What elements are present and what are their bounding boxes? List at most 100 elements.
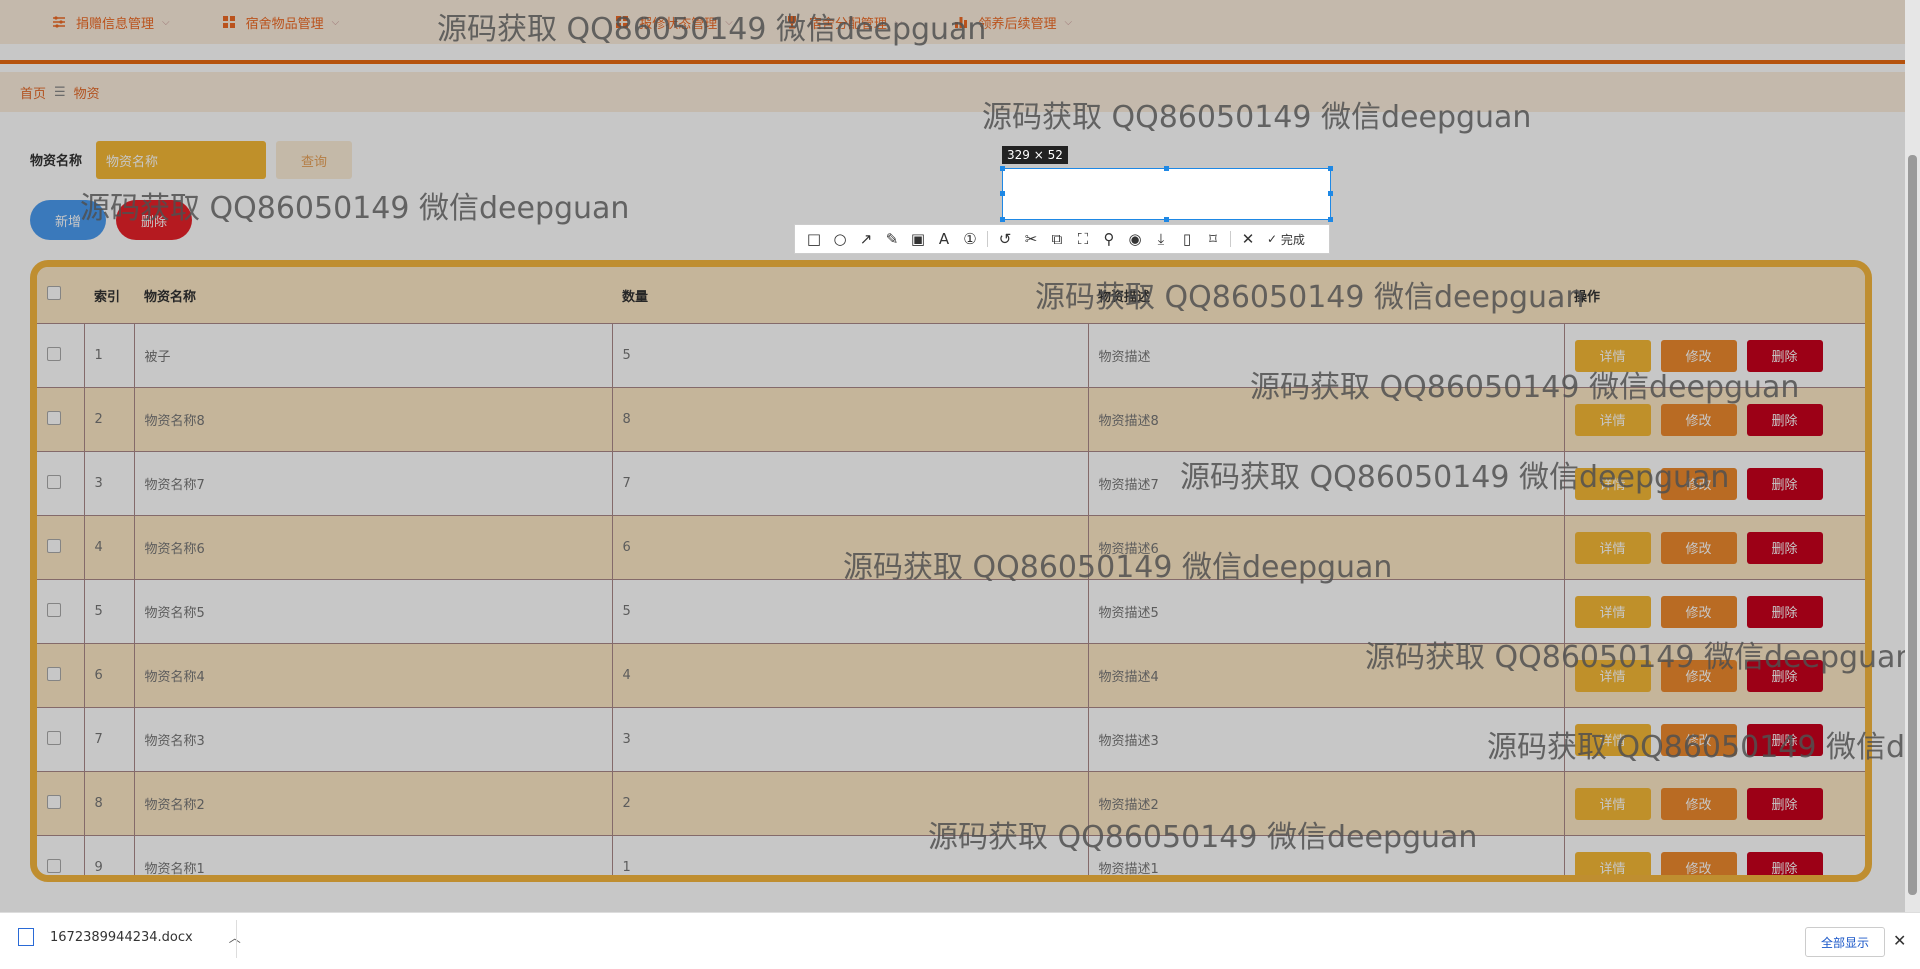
document-icon: [18, 928, 34, 946]
phone-icon[interactable]: ▯: [1174, 226, 1200, 252]
watermark: 源码获取 QQ86050149 微信deepguan: [1365, 640, 1915, 675]
download-icon[interactable]: ⤓: [1148, 226, 1174, 252]
resize-handle[interactable]: [1164, 166, 1169, 171]
cell-index: 7: [83, 707, 134, 772]
cell-name: 物资名称5: [133, 579, 612, 644]
breadcrumb-home[interactable]: 首页: [20, 83, 46, 102]
cell-name: 物资名称2: [133, 771, 612, 836]
bookmark-icon[interactable]: ⌑: [1200, 226, 1226, 252]
cell-actions: 详情 修改 删除: [1563, 515, 1865, 580]
edit-button[interactable]: 修改: [1660, 595, 1737, 628]
watermark: 源码获取 QQ86050149 微信deepguan: [1250, 370, 1800, 405]
resize-handle[interactable]: [1000, 166, 1005, 171]
edit-button[interactable]: 修改: [1660, 403, 1737, 436]
column-header: 数量: [612, 267, 1088, 324]
resize-handle[interactable]: [1328, 217, 1333, 222]
record-icon[interactable]: ◉: [1122, 226, 1148, 252]
resize-handle[interactable]: [1000, 217, 1005, 222]
undo-icon[interactable]: ↺: [992, 226, 1018, 252]
nav-item-donation[interactable]: 捐赠信息管理 ⌵: [52, 13, 170, 32]
cell-index: 4: [83, 515, 134, 580]
number-icon[interactable]: ①: [957, 226, 983, 252]
pin-icon[interactable]: ⚲: [1096, 226, 1122, 252]
rectangle-icon[interactable]: □: [801, 226, 827, 252]
scan-icon[interactable]: ⛶: [1070, 226, 1096, 252]
row-checkbox[interactable]: [37, 515, 84, 580]
resize-handle[interactable]: [1000, 191, 1005, 196]
row-checkbox[interactable]: [37, 451, 84, 516]
table-header-row: 索引 物资名称 数量 物资描述 操作: [37, 267, 1865, 324]
circle-icon[interactable]: ○: [827, 226, 853, 252]
close-icon[interactable]: ✕: [1893, 931, 1906, 950]
select-all-checkbox[interactable]: [37, 267, 84, 324]
chevron-up-icon[interactable]: ︿: [229, 929, 241, 946]
delete-button[interactable]: 删除: [1746, 403, 1823, 436]
resize-handle[interactable]: [1328, 166, 1333, 171]
breadcrumb-current: 物资: [73, 86, 100, 102]
watermark: 源码获取 QQ86050149 微信deepguan: [1487, 730, 1920, 765]
cell-name: 物资名称4: [133, 643, 612, 708]
cell-index: 3: [83, 451, 134, 516]
watermark: 源码获取 QQ86050149 微信deepguan: [982, 100, 1532, 135]
arrow-icon[interactable]: ↗: [853, 226, 879, 252]
chevron-down-icon: ⌵: [162, 16, 170, 28]
mosaic-icon[interactable]: ▣: [905, 226, 931, 252]
watermark: 源码获取 QQ86050149 微信deepguan: [1180, 460, 1730, 495]
download-item[interactable]: 1672389944234.docx ︿: [18, 928, 241, 946]
row-checkbox[interactable]: [37, 643, 84, 708]
scrollbar-thumb[interactable]: [1908, 155, 1917, 895]
download-bar: [0, 912, 1920, 969]
nav-item-label: 宿舍物品管理: [245, 16, 324, 32]
column-header: 操作: [1564, 267, 1865, 324]
translate-icon[interactable]: ⧉: [1044, 226, 1070, 252]
scissors-icon[interactable]: ✂: [1018, 226, 1044, 252]
delete-button[interactable]: 删除: [1746, 851, 1823, 875]
toolbar-divider: [987, 231, 988, 247]
cell-name: 物资名称7: [133, 451, 612, 516]
selection-size-label: 329 × 52: [1002, 146, 1068, 164]
row-checkbox[interactable]: [37, 323, 84, 388]
delete-button[interactable]: 删除: [1746, 787, 1823, 820]
cell-index: 6: [83, 643, 134, 708]
detail-button[interactable]: 详情: [1574, 595, 1651, 628]
detail-button[interactable]: 详情: [1574, 787, 1651, 820]
row-checkbox[interactable]: [37, 579, 84, 644]
detail-button[interactable]: 详情: [1574, 531, 1651, 564]
search-input[interactable]: 物资名称: [96, 141, 266, 179]
breadcrumb: 首页 ☰ 物资: [0, 72, 1905, 112]
download-filename: 1672389944234.docx: [50, 929, 193, 945]
detail-button[interactable]: 详情: [1574, 851, 1651, 875]
close-icon[interactable]: ✕: [1235, 226, 1261, 252]
row-checkbox[interactable]: [37, 835, 84, 875]
search-button[interactable]: 查询: [276, 141, 352, 179]
toolbar-divider: [1230, 231, 1231, 247]
done-button[interactable]: ✓ 完成: [1267, 231, 1305, 248]
resize-handle[interactable]: [1164, 217, 1169, 222]
edit-button[interactable]: 修改: [1660, 531, 1737, 564]
watermark: 源码获取 QQ86050149 微信deepguan: [80, 191, 630, 226]
nav-divider: [0, 60, 1905, 64]
pencil-icon[interactable]: ✎: [879, 226, 905, 252]
delete-button[interactable]: 删除: [1746, 595, 1823, 628]
edit-button[interactable]: 修改: [1660, 787, 1737, 820]
cell-qty: 4: [611, 643, 1088, 708]
delete-button[interactable]: 删除: [1746, 467, 1823, 500]
row-checkbox[interactable]: [37, 707, 84, 772]
text-icon[interactable]: A: [931, 226, 957, 252]
show-all-button[interactable]: 全部显示: [1805, 927, 1885, 957]
cell-index: 8: [83, 771, 134, 836]
resize-handle[interactable]: [1328, 191, 1333, 196]
capture-selection[interactable]: [1000, 166, 1333, 222]
divider: [236, 920, 237, 958]
row-checkbox[interactable]: [37, 387, 84, 452]
nav-item-dorm-goods[interactable]: 宿舍物品管理 ⌵: [222, 13, 339, 32]
search-label: 物资名称: [30, 154, 83, 169]
cell-qty: 7: [611, 451, 1088, 516]
cell-name: 物资名称1: [133, 835, 612, 875]
delete-button[interactable]: 删除: [1746, 531, 1823, 564]
detail-button[interactable]: 详情: [1574, 403, 1651, 436]
edit-button[interactable]: 修改: [1660, 851, 1737, 875]
row-checkbox[interactable]: [37, 771, 84, 836]
watermark: 源码获取 QQ86050149 微信deepguan: [437, 12, 987, 47]
cell-qty: 5: [611, 579, 1088, 644]
